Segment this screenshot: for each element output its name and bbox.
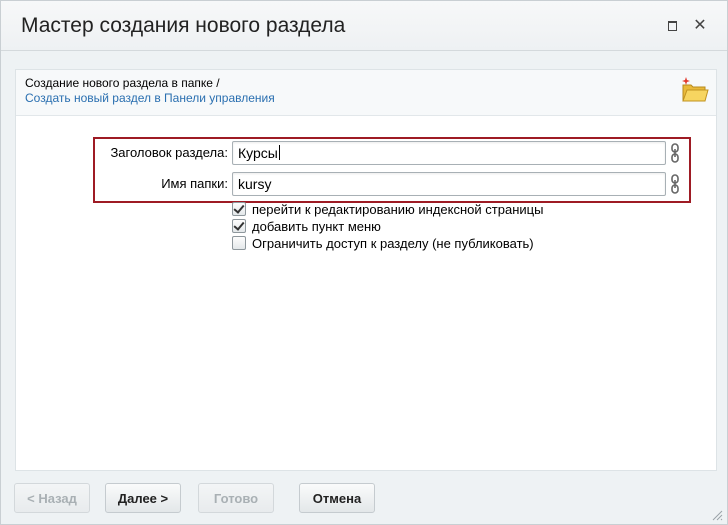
control-panel-link[interactable]: Создать новый раздел в Панели управления (25, 91, 275, 105)
section-title-label: Заголовок раздела: (110, 145, 228, 160)
title-bar[interactable]: Мастер создания нового раздела ✕ (1, 1, 727, 51)
folder-name-input[interactable]: kursy (232, 172, 666, 196)
wizard-dialog: Мастер создания нового раздела ✕ Создани… (0, 0, 728, 525)
section-title-value: Курсы (238, 145, 278, 161)
option-edit-index-page[interactable]: перейти к редактированию индексной стран… (232, 201, 543, 217)
new-folder-icon (680, 76, 710, 109)
button-bar: < Назад Далее > Готово Отмена (1, 471, 727, 524)
folder-name-label: Имя папки: (161, 176, 228, 191)
option-label: добавить пункт меню (252, 218, 381, 234)
option-label: Ограничить доступ к разделу (не публиков… (252, 235, 534, 251)
link-chain-icon[interactable] (670, 174, 680, 197)
back-button[interactable]: < Назад (14, 483, 90, 513)
content-panel: Создание нового раздела в папке / Создат… (15, 69, 717, 471)
option-add-menu-item[interactable]: добавить пункт меню (232, 218, 381, 234)
finish-button[interactable]: Готово (198, 483, 274, 513)
maximize-icon[interactable] (663, 17, 681, 35)
resize-grip-icon[interactable] (711, 509, 723, 524)
text-caret (278, 145, 280, 160)
dialog-title: Мастер создания нового раздела (21, 14, 346, 37)
checkbox-add-menu[interactable] (232, 219, 246, 233)
folder-path-text: Создание нового раздела в папке / (25, 76, 220, 90)
info-header: Создание нового раздела в папке / Создат… (16, 70, 716, 116)
cancel-button[interactable]: Отмена (299, 483, 375, 513)
checkbox-edit-index[interactable] (232, 202, 246, 216)
option-label: перейти к редактированию индексной стран… (252, 201, 544, 217)
folder-name-value: kursy (238, 176, 272, 192)
option-restrict-access[interactable]: Ограничить доступ к разделу (не публиков… (232, 235, 534, 251)
next-button[interactable]: Далее > (105, 483, 181, 513)
section-title-input[interactable]: Курсы (232, 141, 666, 165)
close-icon[interactable]: ✕ (691, 17, 709, 35)
link-chain-icon[interactable] (670, 143, 680, 166)
checkbox-restrict-access[interactable] (232, 236, 246, 250)
